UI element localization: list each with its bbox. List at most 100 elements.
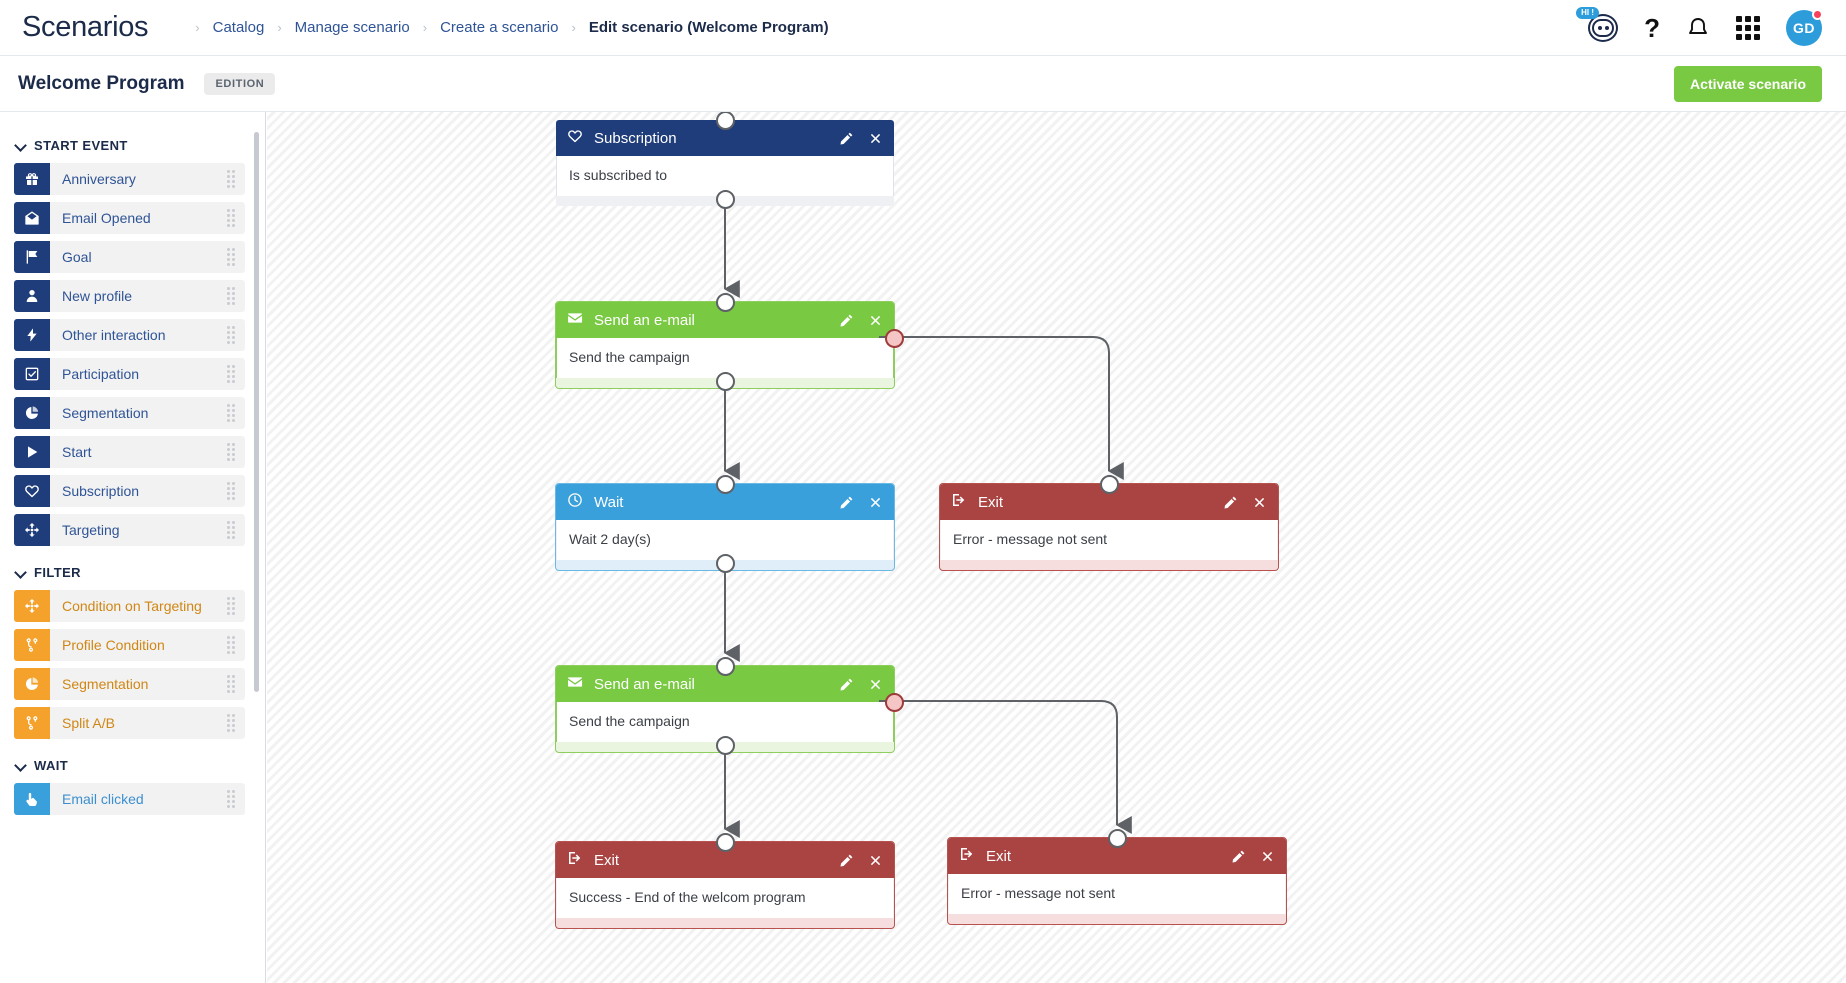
node-title: Wait [594, 493, 624, 511]
drag-handle-icon[interactable] [227, 170, 235, 188]
palette-item-other-interaction[interactable]: Other interaction [14, 319, 245, 351]
palette-item-segmentation[interactable]: Segmentation [14, 397, 245, 429]
palette-item-participation[interactable]: Participation [14, 358, 245, 390]
node-title: Exit [986, 847, 1012, 865]
palette-item-subscription[interactable]: Subscription [14, 475, 245, 507]
node-delete-button[interactable] [868, 677, 883, 692]
node-port-error-n5[interactable] [884, 692, 904, 712]
drag-handle-icon[interactable] [227, 597, 235, 615]
person-icon [14, 280, 50, 312]
node-port-top-n6[interactable] [715, 832, 735, 852]
palette-item-profile-condition[interactable]: Profile Condition [14, 629, 245, 661]
node-port-top-n5[interactable] [715, 656, 735, 676]
help-button[interactable]: ? [1644, 15, 1660, 41]
drag-handle-icon[interactable] [227, 714, 235, 732]
activate-scenario-button[interactable]: Activate scenario [1674, 65, 1822, 102]
palette-item-label: Email Opened [62, 210, 151, 226]
breadcrumb-item-catalog[interactable]: Catalog [213, 19, 265, 36]
node-edit-button[interactable] [839, 853, 854, 868]
palette-item-label: Split A/B [62, 715, 115, 731]
node-edit-button[interactable] [839, 495, 854, 510]
chatbot-assistant-button[interactable]: HI ! [1576, 6, 1619, 45]
pie-chart-icon [14, 668, 50, 700]
node-delete-button[interactable] [1260, 849, 1275, 864]
drag-handle-icon[interactable] [227, 443, 235, 461]
palette-item-email-clicked[interactable]: Email clicked [14, 783, 245, 815]
canvas-node-n6[interactable]: Exit Success - End of the welcom program [555, 841, 895, 929]
notifications-button[interactable] [1686, 16, 1710, 40]
envelope-icon [567, 310, 583, 331]
node-edit-button[interactable] [1223, 495, 1238, 510]
palette-section-wait[interactable]: WAIT [0, 746, 265, 783]
node-delete-button[interactable] [1252, 495, 1267, 510]
palette-item-label: New profile [62, 288, 133, 304]
open-envelope-icon [14, 202, 50, 234]
palette-item-targeting[interactable]: Targeting [14, 514, 245, 546]
drag-handle-icon[interactable] [227, 675, 235, 693]
drag-handle-icon[interactable] [227, 248, 235, 266]
drag-handle-icon[interactable] [227, 365, 235, 383]
notification-dot [1812, 8, 1823, 20]
click-hand-icon [14, 783, 50, 815]
node-port-top-n4[interactable] [1099, 474, 1119, 494]
node-delete-button[interactable] [868, 495, 883, 510]
node-port-bottom-n1[interactable] [715, 189, 735, 209]
node-edit-button[interactable] [839, 131, 854, 146]
breadcrumb-item-manage-scenario[interactable]: Manage scenario [295, 19, 410, 36]
palette-section-filter[interactable]: FILTER [0, 553, 265, 590]
pie-chart-icon [14, 397, 50, 429]
flag-icon [14, 241, 50, 273]
palette-item-split-a-b[interactable]: Split A/B [14, 707, 245, 739]
palette-item-segmentation[interactable]: Segmentation [14, 668, 245, 700]
app-launcher-button[interactable] [1736, 15, 1760, 40]
canvas-node-n7[interactable]: Exit Error - message not sent [947, 837, 1287, 925]
node-edit-button[interactable] [839, 677, 854, 692]
node-port-top-n1[interactable] [715, 112, 735, 130]
node-edit-button[interactable] [839, 313, 854, 328]
drag-handle-icon[interactable] [227, 521, 235, 539]
drag-handle-icon[interactable] [227, 404, 235, 422]
user-menu-button[interactable]: GD [1786, 8, 1823, 46]
status-badge: EDITION [204, 72, 276, 95]
bell-icon [1689, 17, 1707, 34]
exit-icon [959, 846, 975, 867]
sidebar-scrollbar-thumb[interactable] [254, 132, 259, 692]
palette-section-start-event[interactable]: START EVENT [0, 126, 265, 163]
clock-icon [567, 492, 583, 513]
node-delete-button[interactable] [868, 131, 883, 146]
drag-handle-icon[interactable] [227, 326, 235, 344]
node-port-bottom-n3[interactable] [715, 553, 735, 573]
palette-item-new-profile[interactable]: New profile [14, 280, 245, 312]
chevron-down-icon [16, 568, 25, 577]
node-delete-button[interactable] [868, 853, 883, 868]
drag-handle-icon[interactable] [227, 636, 235, 654]
node-port-top-n7[interactable] [1107, 828, 1127, 848]
chevron-down-icon [16, 141, 25, 150]
drag-handle-icon[interactable] [227, 790, 235, 808]
palette-item-goal[interactable]: Goal [14, 241, 245, 273]
palette-item-email-opened[interactable]: Email Opened [14, 202, 245, 234]
scenario-canvas[interactable]: Subscription Is subscribed to Send an e-ma… [267, 112, 1846, 983]
node-port-top-n3[interactable] [715, 474, 735, 494]
node-port-bottom-n2[interactable] [715, 371, 735, 391]
palette-item-start[interactable]: Start [14, 436, 245, 468]
node-footer [940, 560, 1278, 570]
node-description: Success - End of the welcom program [556, 878, 894, 918]
drag-handle-icon[interactable] [227, 482, 235, 500]
node-port-top-n2[interactable] [715, 292, 735, 312]
drag-handle-icon[interactable] [227, 287, 235, 305]
breadcrumb-item-create-a-scenario[interactable]: Create a scenario [440, 19, 558, 36]
node-delete-button[interactable] [868, 313, 883, 328]
palette-item-anniversary[interactable]: Anniversary [14, 163, 245, 195]
node-title: Exit [978, 493, 1004, 511]
node-port-error-n2[interactable] [884, 328, 904, 348]
node-edit-button[interactable] [1231, 849, 1246, 864]
node-port-bottom-n5[interactable] [715, 735, 735, 755]
canvas-node-n4[interactable]: Exit Error - message not sent [939, 483, 1279, 571]
grid-apps-icon [1736, 15, 1760, 40]
sidebar-scrollbar-track[interactable] [254, 122, 262, 972]
drag-handle-icon[interactable] [227, 209, 235, 227]
palette-item-condition-on-targeting[interactable]: Condition on Targeting [14, 590, 245, 622]
checkbox-icon [14, 358, 50, 390]
palette-scroll-area[interactable]: START EVENT Anniversary Email Opened Goal Ne… [0, 112, 265, 983]
